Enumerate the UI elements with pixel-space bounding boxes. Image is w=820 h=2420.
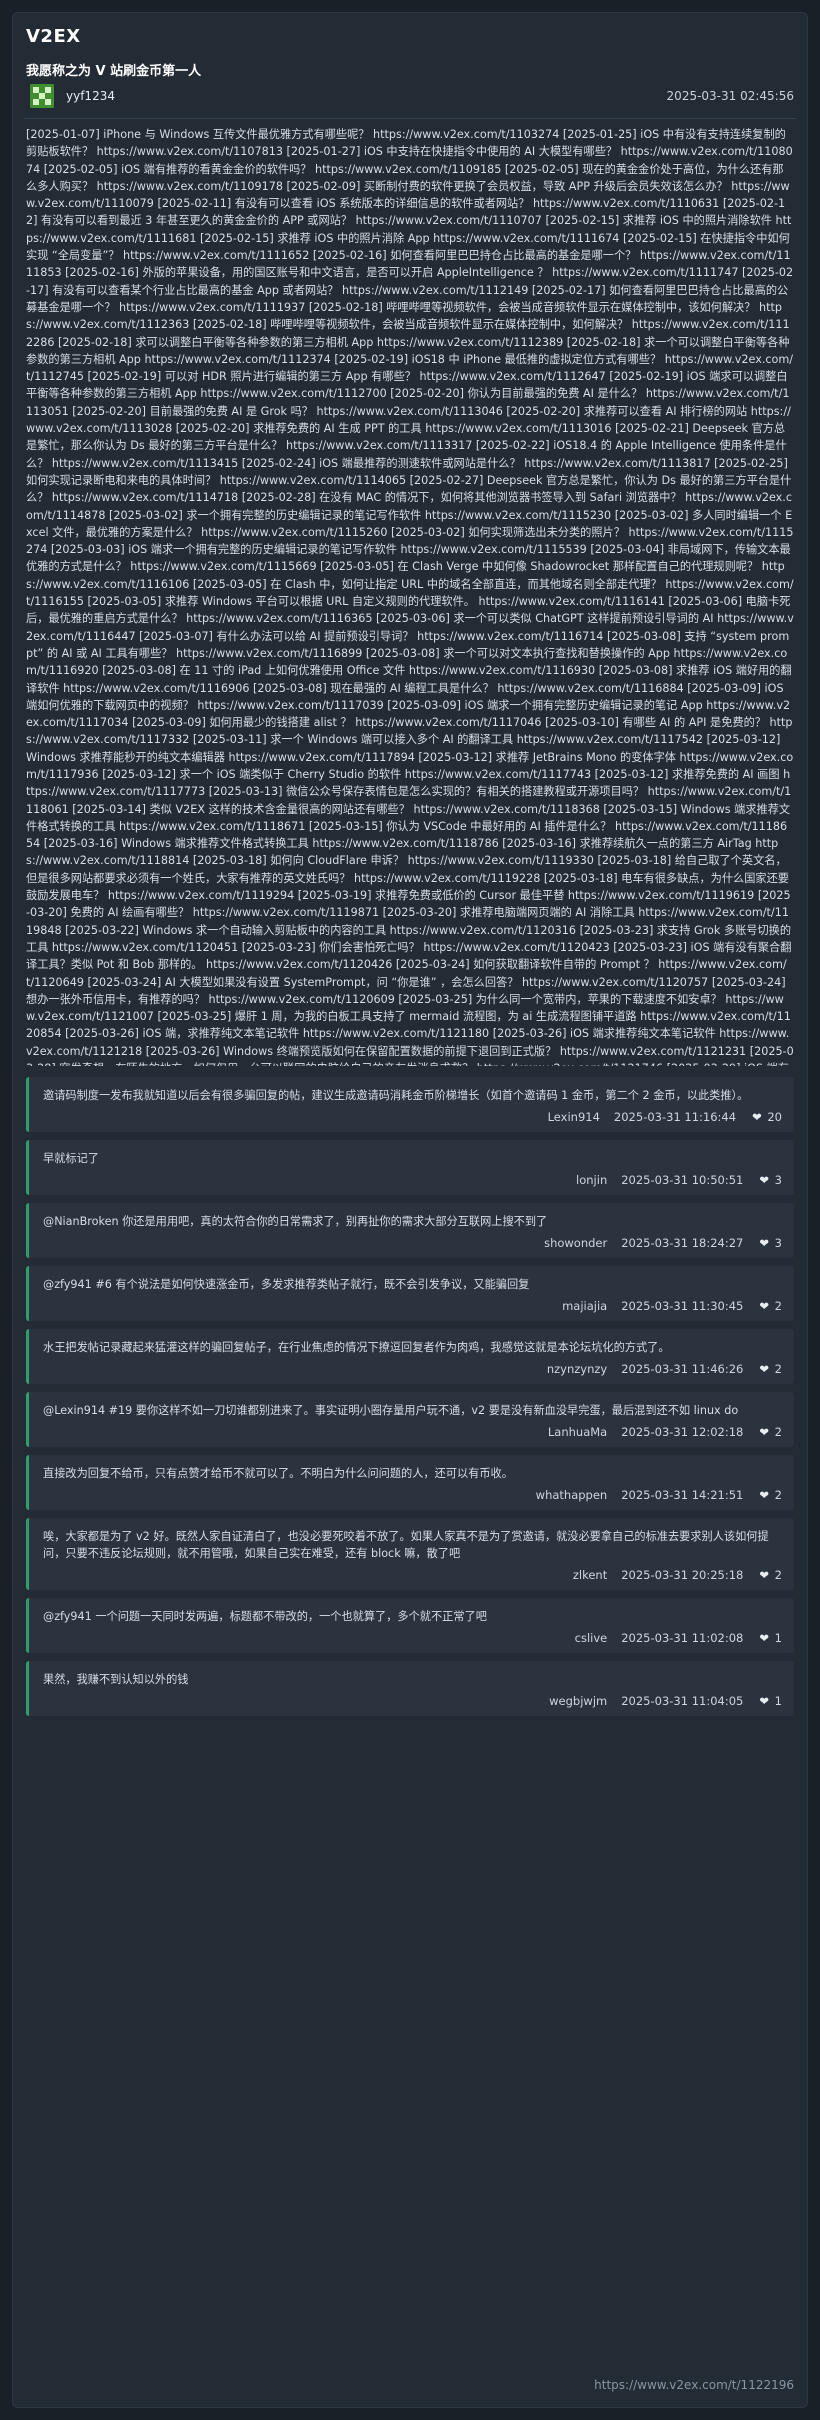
reply-time: 2025-03-31 11:46:26 <box>621 1362 744 1376</box>
reply-likes: 1 <box>774 1631 782 1645</box>
reply-time: 2025-03-31 12:02:18 <box>621 1425 744 1439</box>
reply-item: 邀请码制度一发布我就知道以后会有很多骗回复的帖，建议生成邀请码消耗金币阶梯增长（… <box>26 1077 794 1132</box>
reply-text: 直接改为回复不给币，只有点赞才给币不就可以了。不明白为什么问问题的人，还可以有币… <box>43 1467 513 1480</box>
reply-time: 2025-03-31 20:25:18 <box>621 1568 744 1582</box>
footer-url[interactable]: https://www.v2ex.com/t/1122196 <box>594 2378 794 2392</box>
reply-meta: wegbjwjm 2025-03-31 11:04:05 ❤ 1 <box>43 1694 782 1708</box>
reply-item: @zfy941 #6 有个说法是如何快速涨金币，多发求推荐类帖子就行，既不会引发… <box>26 1266 794 1321</box>
divider <box>24 118 796 119</box>
reply-meta: zlkent 2025-03-31 20:25:18 ❤ 2 <box>43 1568 782 1582</box>
reply-user[interactable]: Lexin914 <box>548 1110 600 1124</box>
reply-likes: 2 <box>774 1362 782 1376</box>
reply-likes: 2 <box>774 1568 782 1582</box>
reply-meta: nzynzynzy 2025-03-31 11:46:26 ❤ 2 <box>43 1362 782 1376</box>
reply-meta: Lexin914 2025-03-31 11:16:44 ❤ 20 <box>43 1110 782 1124</box>
pixel-avatar-icon <box>30 84 54 108</box>
reply-likes: 2 <box>774 1299 782 1313</box>
reply-meta: majiajia 2025-03-31 11:30:45 ❤ 2 <box>43 1299 782 1313</box>
reply-time: 2025-03-31 10:50:51 <box>621 1173 744 1187</box>
reply-text: 唉，大家都是为了 v2 好。既然人家自证清白了，也没必要死咬着不放了。如果人家真… <box>43 1530 769 1560</box>
avatar[interactable] <box>30 84 54 108</box>
reply-item: 果然，我赚不到认知以外的钱 wegbjwjm 2025-03-31 11:04:0… <box>26 1661 794 1716</box>
reply-time: 2025-03-31 11:16:44 <box>613 1110 737 1124</box>
heart-icon[interactable]: ❤ <box>759 1694 769 1708</box>
reply-meta: whathappen 2025-03-31 14:21:51 ❤ 2 <box>43 1488 782 1502</box>
reply-meta: showonder 2025-03-31 18:24:27 ❤ 3 <box>43 1236 782 1250</box>
reply-time: 2025-03-31 14:21:51 <box>621 1488 744 1502</box>
post-author-row: yyf1234 2025-03-31 02:45:56 <box>26 84 794 112</box>
heart-icon[interactable]: ❤ <box>759 1173 769 1187</box>
heart-icon[interactable]: ❤ <box>759 1631 769 1645</box>
reply-likes: 3 <box>774 1173 782 1187</box>
reply-user[interactable]: wegbjwjm <box>549 1694 607 1708</box>
reply-item: @NianBroken 你还是用用吧，真的太符合你的日常需求了，别再扯你的需求大… <box>26 1203 794 1258</box>
reply-user[interactable]: majiajia <box>562 1299 607 1313</box>
site-title[interactable]: V2EX <box>26 26 81 47</box>
reply-likes: 2 <box>774 1425 782 1439</box>
reply-list: 邀请码制度一发布我就知道以后会有很多骗回复的帖，建议生成邀请码消耗金币阶梯增长（… <box>26 1077 794 1724</box>
reply-time: 2025-03-31 18:24:27 <box>621 1236 744 1250</box>
reply-item: 唉，大家都是为了 v2 好。既然人家自证清白了，也没必要死咬着不放了。如果人家真… <box>26 1518 794 1590</box>
reply-text: @zfy941 #6 有个说法是如何快速涨金币，多发求推荐类帖子就行，既不会引发… <box>43 1278 530 1291</box>
heart-icon[interactable]: ❤ <box>759 1568 769 1582</box>
reply-text: @Lexin914 #19 要你这样不如一刀切谁都别进来了。事实证明小圈存量用户… <box>43 1404 739 1417</box>
reply-likes: 3 <box>774 1236 782 1250</box>
reply-user[interactable]: LanhuaMa <box>548 1425 607 1439</box>
reply-likes: 20 <box>767 1110 782 1124</box>
reply-meta: LanhuaMa 2025-03-31 12:02:18 ❤ 2 <box>43 1425 782 1439</box>
post-time: 2025-03-31 02:45:56 <box>666 89 794 103</box>
post-body: [2025-01-07] iPhone 与 Windows 互传文件最优雅方式有… <box>26 128 794 1066</box>
post-title: 我愿称之为 V 站刷金币第一人 <box>26 64 202 79</box>
reply-meta: lonjin 2025-03-31 10:50:51 ❤ 3 <box>43 1173 782 1187</box>
reply-user[interactable]: lonjin <box>576 1173 607 1187</box>
reply-item: @zfy941 一个问题一天同时发两遍，标题都不带改的，一个也就算了，多个就不正… <box>26 1598 794 1653</box>
reply-text: 邀请码制度一发布我就知道以后会有很多骗回复的帖，建议生成邀请码消耗金币阶梯增长（… <box>43 1089 749 1102</box>
reply-text: @NianBroken 你还是用用吧，真的太符合你的日常需求了，别再扯你的需求大… <box>43 1215 548 1228</box>
reply-likes: 2 <box>774 1488 782 1502</box>
heart-icon[interactable]: ❤ <box>759 1362 769 1376</box>
reply-item: 直接改为回复不给币，只有点赞才给币不就可以了。不明白为什么问问题的人，还可以有币… <box>26 1455 794 1510</box>
reply-meta: cslive 2025-03-31 11:02:08 ❤ 1 <box>43 1631 782 1645</box>
reply-text: 果然，我赚不到认知以外的钱 <box>43 1673 189 1686</box>
reply-text: @zfy941 一个问题一天同时发两遍，标题都不带改的，一个也就算了，多个就不正… <box>43 1610 487 1623</box>
post-author[interactable]: yyf1234 <box>66 89 115 103</box>
heart-icon[interactable]: ❤ <box>759 1488 769 1502</box>
reply-item: @Lexin914 #19 要你这样不如一刀切谁都别进来了。事实证明小圈存量用户… <box>26 1392 794 1447</box>
reply-time: 2025-03-31 11:30:45 <box>621 1299 744 1313</box>
reply-item: 早就标记了 lonjin 2025-03-31 10:50:51 ❤ 3 <box>26 1140 794 1195</box>
reply-user[interactable]: whathappen <box>536 1488 608 1502</box>
reply-item: 水王把发帖记录藏起来猛灌这样的骗回复帖子，在行业焦虑的情况下撩逗回复者作为肉鸡，… <box>26 1329 794 1384</box>
heart-icon[interactable]: ❤ <box>759 1425 769 1439</box>
reply-user[interactable]: zlkent <box>573 1568 607 1582</box>
reply-text: 早就标记了 <box>43 1152 99 1165</box>
reply-text: 水王把发帖记录藏起来猛灌这样的骗回复帖子，在行业焦虑的情况下撩逗回复者作为肉鸡，… <box>43 1341 670 1354</box>
reply-user[interactable]: nzynzynzy <box>547 1362 607 1376</box>
reply-time: 2025-03-31 11:04:05 <box>621 1694 744 1708</box>
reply-user[interactable]: showonder <box>544 1236 607 1250</box>
heart-icon[interactable]: ❤ <box>759 1299 769 1313</box>
heart-icon[interactable]: ❤ <box>752 1110 762 1124</box>
reply-time: 2025-03-31 11:02:08 <box>621 1631 744 1645</box>
reply-likes: 1 <box>774 1694 782 1708</box>
heart-icon[interactable]: ❤ <box>759 1236 769 1250</box>
reply-user[interactable]: cslive <box>575 1631 608 1645</box>
